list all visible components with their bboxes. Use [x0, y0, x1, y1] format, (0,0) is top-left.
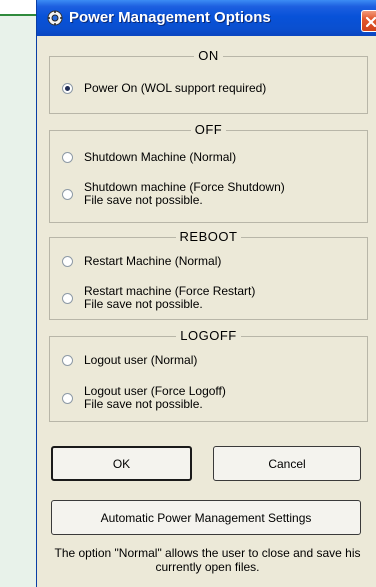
logout-normal-radio[interactable]: [62, 355, 73, 366]
restart-force-label[interactable]: Restart machine (Force Restart) File sav…: [84, 285, 255, 311]
auto-power-settings-button[interactable]: Automatic Power Management Settings: [51, 500, 361, 535]
off-group-legend: OFF: [50, 122, 367, 137]
shutdown-force-label[interactable]: Shutdown machine (Force Shutdown) File s…: [84, 181, 285, 207]
power-on-radio[interactable]: [62, 83, 73, 94]
window-title: Power Management Options: [69, 9, 271, 26]
background-strip: [0, 0, 36, 587]
logout-force-label[interactable]: Logout user (Force Logoff) File save not…: [84, 385, 226, 411]
power-settings-icon: [47, 10, 63, 26]
restart-force-radio[interactable]: [62, 293, 73, 304]
reboot-group-legend: REBOOT: [50, 229, 367, 244]
logout-force-subtext: File save not possible.: [84, 397, 203, 411]
on-group: ON Power On (WOL support required): [49, 48, 368, 114]
off-group: OFF Shutdown Machine (Normal) Shutdown m…: [49, 122, 368, 223]
power-on-label[interactable]: Power On (WOL support required): [84, 82, 266, 95]
ok-button[interactable]: OK: [51, 446, 192, 481]
cancel-button[interactable]: Cancel: [213, 446, 361, 481]
on-group-legend: ON: [50, 48, 367, 63]
shutdown-force-subtext: File save not possible.: [84, 193, 203, 207]
shutdown-normal-radio[interactable]: [62, 152, 73, 163]
help-note: The option "Normal" allows the user to c…: [54, 546, 361, 574]
shutdown-force-radio[interactable]: [62, 189, 73, 200]
background-accent-line: [0, 14, 36, 16]
restart-force-subtext: File save not possible.: [84, 297, 203, 311]
reboot-group: REBOOT Restart Machine (Normal) Restart …: [49, 229, 368, 320]
shutdown-normal-label[interactable]: Shutdown Machine (Normal): [84, 151, 236, 164]
logoff-group-legend: LOGOFF: [50, 328, 367, 343]
logout-normal-label[interactable]: Logout user (Normal): [84, 354, 197, 367]
logoff-group: LOGOFF Logout user (Normal) Logout user …: [49, 328, 368, 422]
dialog-window: Power Management Options ON Power On (WO…: [36, 0, 376, 587]
close-icon: [365, 16, 376, 28]
restart-normal-radio[interactable]: [62, 256, 73, 267]
title-bar[interactable]: Power Management Options: [37, 0, 376, 36]
logout-force-radio[interactable]: [62, 393, 73, 404]
restart-normal-label[interactable]: Restart Machine (Normal): [84, 255, 221, 268]
close-button[interactable]: [361, 10, 376, 32]
